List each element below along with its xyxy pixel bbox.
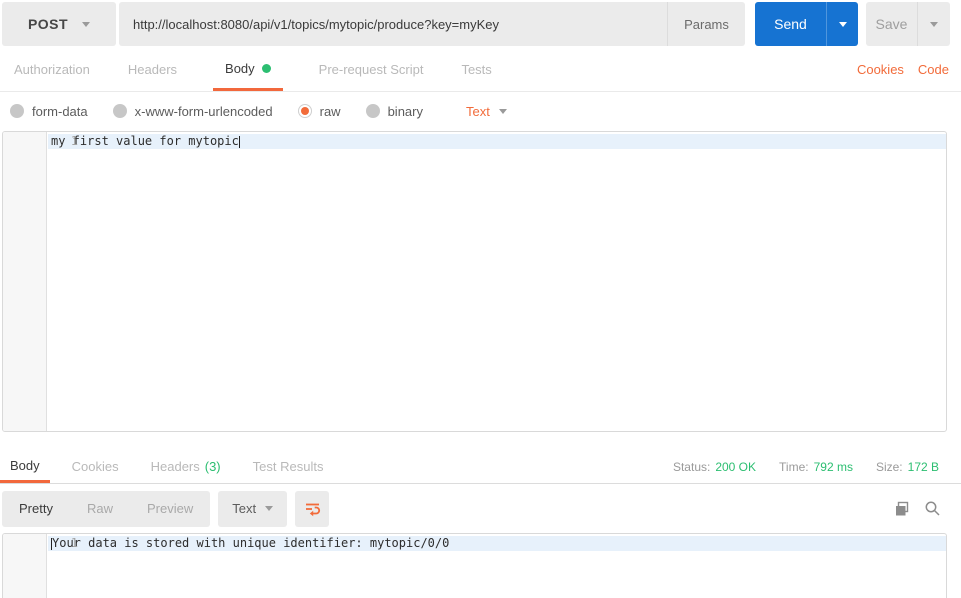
radio-raw[interactable]: raw [297, 103, 341, 119]
body-filled-dot-icon [261, 63, 271, 73]
size-value: 172 B [907, 459, 939, 474]
raw-format-label: Text [466, 103, 490, 119]
url-group: http://localhost:8080/api/v1/topics/myto… [119, 2, 745, 46]
view-pretty[interactable]: Pretty [2, 491, 70, 527]
radio-binary-label: binary [387, 103, 423, 119]
save-options-button[interactable] [917, 2, 950, 46]
response-body-text: Your data is stored with unique identifi… [52, 536, 450, 550]
time-value: 792 ms [813, 459, 853, 474]
request-tabs-right: Cookies Code [857, 48, 949, 91]
response-tab-cookies[interactable]: Cookies [62, 450, 129, 483]
response-tab-headers[interactable]: Headers (3) [141, 450, 231, 483]
status-stat: Status: 200 OK [673, 460, 756, 474]
status-value: 200 OK [715, 459, 757, 474]
tab-headers[interactable]: Headers [126, 48, 179, 91]
radio-form-data[interactable]: form-data [10, 104, 88, 119]
response-format-select[interactable]: Text [218, 490, 288, 527]
tab-pre-request-script[interactable]: Pre-request Script [317, 48, 426, 91]
response-editor-gutter [3, 534, 47, 598]
headers-count-badge: (3) [204, 459, 221, 474]
tab-tests[interactable]: Tests [459, 48, 493, 91]
copy-response-button[interactable] [893, 500, 911, 518]
time-label: Time: [779, 459, 809, 474]
request-tabs: Authorization Headers Body Pre-request S… [0, 48, 961, 92]
response-meta-bar: Body Cookies Headers (3) Test Results St… [0, 450, 961, 484]
response-toolbar-right [893, 500, 951, 518]
response-tab-headers-label: Headers [150, 459, 200, 474]
view-raw[interactable]: Raw [70, 491, 130, 527]
send-button[interactable]: Send [755, 2, 826, 46]
save-button-group: Save [866, 2, 950, 46]
size-stat: Size: 172 B [876, 460, 939, 474]
raw-format-select[interactable]: Text [466, 104, 507, 119]
radio-x-www-label: x-www-form-urlencoded [134, 103, 273, 119]
send-options-button[interactable] [826, 2, 858, 46]
line-number: 1 [70, 536, 78, 550]
url-input[interactable]: http://localhost:8080/api/v1/topics/myto… [119, 2, 667, 46]
tab-authorization[interactable]: Authorization [12, 48, 92, 91]
chevron-down-icon [838, 21, 847, 27]
body-type-row: form-data x-www-form-urlencoded raw bina… [0, 92, 961, 130]
request-body-editor[interactable]: 1 my first value for mytopic [2, 131, 947, 432]
request-editor-gutter [3, 132, 47, 431]
request-bar: POST http://localhost:8080/api/v1/topics… [0, 0, 961, 48]
chevron-down-icon [82, 21, 91, 27]
wrap-lines-icon [305, 503, 320, 517]
tab-body-label: Body [225, 60, 255, 76]
copy-icon [896, 501, 909, 515]
code-link[interactable]: Code [918, 62, 949, 77]
chevron-down-icon [930, 21, 938, 27]
request-editor-content[interactable]: my first value for mytopic [48, 134, 946, 149]
line-number: 1 [70, 134, 78, 148]
view-preview[interactable]: Preview [130, 491, 210, 527]
response-editor-content[interactable]: Your data is stored with unique identifi… [48, 536, 946, 551]
request-editor-line-1: 1 my first value for mytopic [48, 132, 946, 149]
response-toolbar: Pretty Raw Preview Text [0, 484, 961, 533]
chevron-down-icon [265, 506, 274, 511]
search-response-button[interactable] [923, 500, 941, 518]
radio-selected-icon [297, 104, 312, 118]
cookies-link[interactable]: Cookies [857, 62, 904, 77]
radio-unselected-icon [365, 104, 380, 118]
magnifier-icon [925, 501, 940, 516]
method-label: POST [27, 16, 69, 32]
status-label: Status: [672, 459, 711, 474]
radio-raw-label: raw [319, 103, 341, 119]
response-tab-test-results[interactable]: Test Results [243, 450, 334, 483]
radio-unselected-icon [10, 104, 24, 118]
text-cursor [238, 136, 240, 148]
radio-binary[interactable]: binary [365, 103, 423, 119]
chevron-down-icon [498, 108, 507, 114]
time-stat: Time: 792 ms [779, 460, 853, 474]
params-button[interactable]: Params [667, 2, 745, 46]
radio-unselected-icon [112, 104, 127, 118]
send-button-group: Send [755, 2, 858, 46]
tab-body[interactable]: Body [213, 48, 283, 91]
response-editor-line-1: 1 Your data is stored with unique identi… [48, 534, 946, 551]
wrap-lines-button[interactable] [295, 490, 330, 527]
method-select[interactable]: POST [2, 2, 116, 46]
size-label: Size: [875, 459, 903, 474]
save-button[interactable]: Save [866, 2, 917, 46]
radio-form-data-label: form-data [32, 103, 88, 119]
response-tab-body[interactable]: Body [0, 450, 50, 483]
response-format-label: Text [232, 501, 257, 516]
response-view-switcher: Pretty Raw Preview [2, 490, 211, 527]
response-stats: Status: 200 OK Time: 792 ms Size: 172 B [673, 450, 961, 483]
response-body-editor[interactable]: 1 Your data is stored with unique identi… [2, 533, 947, 598]
radio-x-www-form-urlencoded[interactable]: x-www-form-urlencoded [112, 103, 273, 119]
